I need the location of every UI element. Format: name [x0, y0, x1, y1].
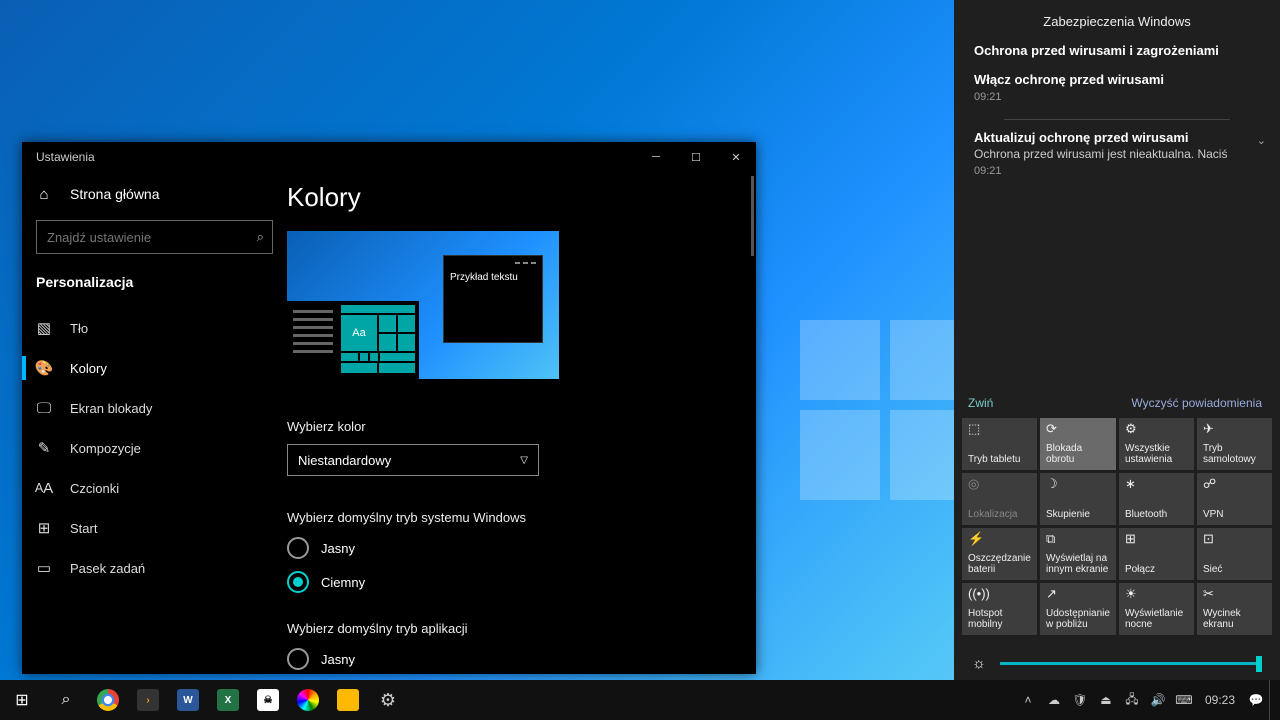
sample-window: Przykład tekstu — [443, 255, 543, 343]
quick-action-tryb-tabletu[interactable]: ⬚Tryb tabletu — [962, 418, 1037, 470]
chevron-down-icon: ▽ — [520, 455, 528, 466]
settings-content: Kolory Aa Przykład t — [287, 172, 756, 674]
tray-language-icon[interactable]: ⌨ — [1171, 680, 1197, 720]
taskbar-app-excel[interactable]: X — [208, 680, 248, 720]
choose-color-label: Wybierz kolor — [287, 419, 728, 434]
color-preview: Aa Przykład tekstu — [287, 231, 559, 379]
notification-item[interactable]: Włącz ochronę przed wirusami 09:21 — [974, 72, 1260, 111]
lock-icon: 🖵 — [36, 400, 52, 416]
radio-light-windows[interactable]: Jasny — [287, 537, 728, 559]
notification-item[interactable]: ⌄ Aktualizuj ochronę przed wirusami Ochr… — [974, 130, 1260, 185]
search-box[interactable]: ⌕ — [36, 220, 273, 254]
notif-group-header: Ochrona przed wirusami i zagrożeniami — [974, 43, 1260, 58]
taskbar-app-folder[interactable] — [328, 680, 368, 720]
nav-background[interactable]: ▧Tło — [22, 308, 287, 348]
settings-window: Ustawienia ─ ☐ ✕ ⌂ Strona główna ⌕ Perso… — [22, 142, 756, 674]
quick-action-hotspot-mobilny[interactable]: ((•))Hotspot mobilny — [962, 583, 1037, 635]
chevron-down-icon[interactable]: ⌄ — [1257, 134, 1266, 147]
color-dropdown[interactable]: Niestandardowy ▽ — [287, 444, 539, 476]
nav-fonts[interactable]: AACzcionki — [22, 468, 287, 508]
radio-dark-windows[interactable]: Ciemny — [287, 571, 728, 593]
quick-action-sieć[interactable]: ⊡Sieć — [1197, 528, 1272, 580]
taskbar-app-skull[interactable]: ☠ — [248, 680, 288, 720]
quick-action-blokada-obrotu[interactable]: ⟳Blokada obrotu — [1040, 418, 1116, 470]
taskbar-app-word[interactable]: W — [168, 680, 208, 720]
maximize-button[interactable]: ☐ — [676, 142, 716, 172]
quick-action-lokalizacja[interactable]: ◎Lokalizacja — [962, 473, 1037, 525]
nav-taskbar[interactable]: ▭Pasek zadań — [22, 548, 287, 588]
tray-defender-icon[interactable]: 🛡 — [1067, 680, 1093, 720]
quick-action-wyświetlanie-nocne[interactable]: ☀Wyświetlanie nocne — [1119, 583, 1194, 635]
taskbar-app-terminal[interactable]: › — [128, 680, 168, 720]
settings-sidebar: ⌂ Strona główna ⌕ Personalizacja ▧Tło 🎨K… — [22, 172, 287, 674]
tray-onedrive-icon[interactable]: ☁ — [1041, 680, 1067, 720]
tray-eject-icon[interactable]: ⏏ — [1093, 680, 1119, 720]
nav-start[interactable]: ⊞Start — [22, 508, 287, 548]
scrollbar[interactable] — [751, 176, 754, 256]
search-input[interactable] — [45, 229, 257, 246]
search-icon: ⌕ — [257, 229, 264, 245]
taskbar-app-chrome[interactable] — [88, 680, 128, 720]
taskbar-app-settings[interactable]: ⚙ — [368, 680, 408, 720]
brightness-row: ☼ — [954, 635, 1280, 680]
home-icon: ⌂ — [36, 186, 52, 202]
windows-mode-label: Wybierz domyślny tryb systemu Windows — [287, 510, 728, 525]
quick-action-tryb-samolotowy[interactable]: ✈Tryb samolotowy — [1197, 418, 1272, 470]
start-button[interactable]: ⊞ — [0, 680, 44, 720]
tray-network-icon[interactable]: 🖧 — [1119, 680, 1145, 720]
quick-action-wycinek-ekranu[interactable]: ✂Wycinek ekranu — [1197, 583, 1272, 635]
minimize-button[interactable]: ─ — [636, 142, 676, 172]
brush-icon: ✎ — [36, 440, 52, 456]
quick-action-bluetooth[interactable]: ∗Bluetooth — [1119, 473, 1194, 525]
quick-action-połącz[interactable]: ⊞Połącz — [1119, 528, 1194, 580]
show-desktop-button[interactable] — [1269, 680, 1276, 720]
window-title: Ustawienia — [22, 150, 636, 164]
quick-action-wszystkie-ustawienia[interactable]: ⚙Wszystkie ustawienia — [1119, 418, 1194, 470]
titlebar[interactable]: Ustawienia ─ ☐ ✕ — [22, 142, 756, 172]
ac-app-title: Zabezpieczenia Windows — [954, 0, 1280, 39]
quick-action-udostępnianie-w-pobliżu[interactable]: ↗Udostępnianie w pobliżu — [1040, 583, 1116, 635]
action-center: Zabezpieczenia Windows Ochrona przed wir… — [954, 0, 1280, 680]
app-mode-label: Wybierz domyślny tryb aplikacji — [287, 621, 728, 636]
collapse-link[interactable]: Zwiń — [968, 396, 993, 410]
windows-logo — [800, 320, 980, 500]
clear-notifications-link[interactable]: Wyczyść powiadomienia — [1131, 396, 1262, 410]
taskbar-app-color[interactable] — [288, 680, 328, 720]
nav-themes[interactable]: ✎Kompozycje — [22, 428, 287, 468]
home-link[interactable]: ⌂ Strona główna — [22, 172, 287, 216]
section-header: Personalizacja — [22, 266, 287, 308]
quick-action-oszczędzanie-baterii[interactable]: ⚡Oszczędzanie baterii — [962, 528, 1037, 580]
start-icon: ⊞ — [36, 520, 52, 536]
image-icon: ▧ — [36, 320, 52, 336]
taskbar: ⊞ ⌕ › W X ☠ ⚙ ˄ ☁ 🛡 ⏏ 🖧 🔊 ⌨ 09:23 💬 — [0, 680, 1280, 720]
page-title: Kolory — [287, 182, 728, 213]
taskbar-clock[interactable]: 09:23 — [1197, 693, 1243, 707]
tray-chevron-icon[interactable]: ˄ — [1015, 680, 1041, 720]
close-button[interactable]: ✕ — [716, 142, 756, 172]
brightness-icon: ☼ — [972, 655, 986, 672]
search-button[interactable]: ⌕ — [44, 680, 88, 720]
font-icon: AA — [36, 480, 52, 496]
nav-lockscreen[interactable]: 🖵Ekran blokady — [22, 388, 287, 428]
quick-action-skupienie[interactable]: ☽Skupienie — [1040, 473, 1116, 525]
home-label: Strona główna — [70, 186, 160, 202]
action-center-button[interactable]: 💬 — [1243, 680, 1269, 720]
brightness-slider[interactable] — [1000, 662, 1262, 665]
nav-colors[interactable]: 🎨Kolory — [22, 348, 287, 388]
taskbar-icon: ▭ — [36, 560, 52, 576]
quick-action-vpn[interactable]: ☍VPN — [1197, 473, 1272, 525]
palette-icon: 🎨 — [36, 360, 52, 376]
quick-action-wyświetlaj-na-innym-ekranie[interactable]: ⧉Wyświetlaj na innym ekranie — [1040, 528, 1116, 580]
radio-light-app[interactable]: Jasny — [287, 648, 728, 670]
tray-volume-icon[interactable]: 🔊 — [1145, 680, 1171, 720]
